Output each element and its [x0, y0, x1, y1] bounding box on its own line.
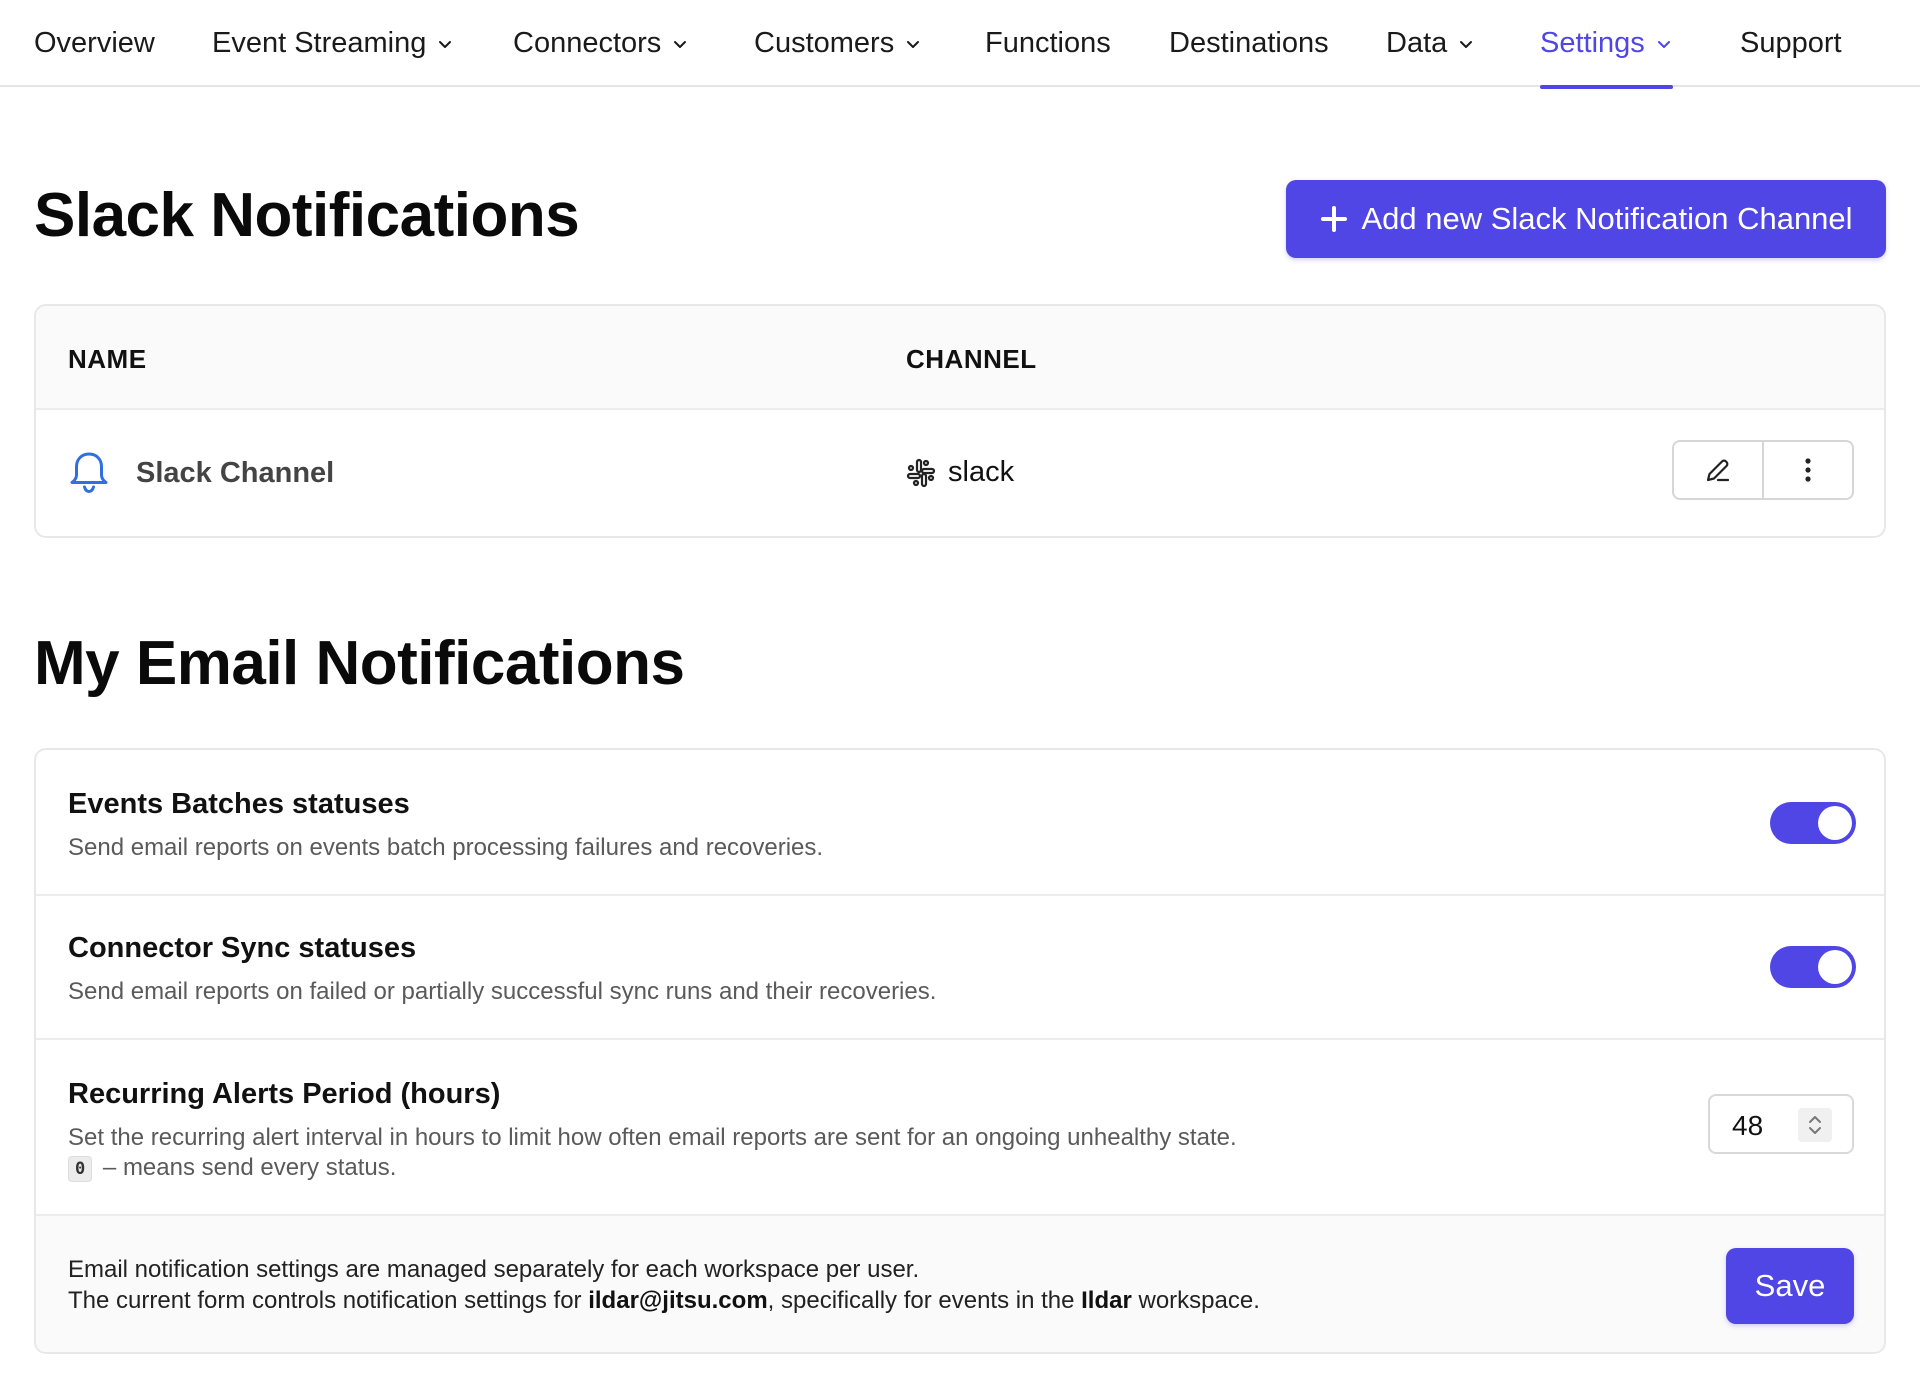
nav-item-support[interactable]: Support: [1740, 0, 1842, 87]
nav-item-label: Overview: [34, 27, 155, 59]
nav-item-functions[interactable]: Functions: [985, 0, 1111, 87]
zero-code: 0: [68, 1155, 93, 1182]
workspace-name: Ildar: [1081, 1287, 1132, 1314]
connector-sync-setting: Connector Sync statuses Send email repor…: [36, 896, 1884, 1040]
nav-item-label: Functions: [985, 27, 1111, 59]
nav-item-destinations[interactable]: Destinations: [1169, 0, 1329, 87]
channel-name: Slack Channel: [136, 456, 335, 489]
table-row: Slack Channel slack: [36, 410, 1884, 534]
user-email: ildar@jitsu.com: [588, 1287, 768, 1314]
nav-item-settings[interactable]: Settings: [1540, 0, 1673, 89]
nav-item-customers[interactable]: Customers: [754, 0, 922, 87]
nav-item-label: Data: [1386, 27, 1448, 59]
events-batches-toggle[interactable]: [1770, 802, 1856, 844]
setting-title: Events Batches statuses: [68, 788, 410, 820]
footer-line-2-prefix: The current form controls notification s…: [68, 1287, 589, 1314]
save-button[interactable]: Save: [1726, 1248, 1854, 1324]
email-section-title: My Email Notifications: [34, 629, 685, 698]
setting-title: Connector Sync statuses: [68, 932, 417, 964]
chevron-down-icon: [1657, 40, 1670, 48]
bell-icon: [70, 452, 108, 494]
plus-icon: [1321, 206, 1348, 232]
footer-note: Email notification settings are managed …: [68, 1254, 1260, 1316]
slack-icon: [906, 458, 936, 487]
nav-item-label: Settings: [1540, 27, 1645, 59]
zero-note-text: – means send every status.: [102, 1154, 397, 1181]
more-options-button[interactable]: [1762, 442, 1852, 498]
table-header: NAME CHANNEL: [36, 306, 1884, 410]
pencil-icon: [1706, 459, 1730, 482]
slack-channels-table: NAME CHANNEL Slack Channel slack: [34, 304, 1886, 538]
more-vertical-icon: [1805, 458, 1811, 482]
nav-item-connectors[interactable]: Connectors: [513, 0, 689, 87]
recurring-period-value: 48: [1732, 1110, 1764, 1141]
zero-note: 0 – means send every status.: [68, 1154, 396, 1182]
chevron-down-icon: [1460, 40, 1473, 48]
chevron-down-icon: [674, 40, 687, 48]
nav-item-label: Support: [1740, 27, 1842, 59]
channel-name-cell: Slack Channel: [68, 450, 334, 496]
toggle-knob: [1818, 806, 1852, 840]
nav-item-event-streaming[interactable]: Event Streaming: [212, 0, 454, 87]
email-settings-footer: Email notification settings are managed …: [36, 1216, 1884, 1352]
top-navigation: Overview Event Streaming Connectors Cust…: [0, 0, 1920, 89]
nav-item-label: Event Streaming: [212, 27, 427, 59]
nav-item-overview[interactable]: Overview: [34, 0, 155, 87]
recurring-period-input[interactable]: 48: [1708, 1094, 1854, 1154]
footer-line-2: The current form controls notification s…: [68, 1285, 1260, 1316]
setting-title: Recurring Alerts Period (hours): [68, 1078, 501, 1110]
email-settings-card: Events Batches statuses Send email repor…: [34, 748, 1886, 1354]
add-slack-channel-label: Add new Slack Notification Channel: [1361, 201, 1853, 236]
number-stepper[interactable]: [1798, 1108, 1832, 1142]
footer-line-2-suffix: workspace.: [1131, 1287, 1260, 1314]
setting-description: Send email reports on events batch proce…: [68, 834, 824, 861]
recurring-alerts-setting: Recurring Alerts Period (hours) Set the …: [36, 1040, 1884, 1216]
add-slack-channel-button[interactable]: Add new Slack Notification Channel: [1286, 180, 1886, 258]
toggle-knob: [1818, 950, 1852, 984]
column-header-name: NAME: [68, 344, 147, 374]
setting-description: Send email reports on failed or partiall…: [68, 978, 937, 1005]
nav-item-label: Destinations: [1169, 27, 1329, 59]
setting-description: Set the recurring alert interval in hour…: [68, 1124, 1237, 1151]
chevron-down-icon: [439, 40, 452, 48]
footer-line-2-middle: , specifically for events in the: [767, 1287, 1082, 1314]
chevron-down-icon: [907, 40, 920, 48]
footer-line-1: Email notification settings are managed …: [68, 1256, 920, 1283]
events-batches-setting: Events Batches statuses Send email repor…: [36, 750, 1884, 896]
column-header-channel: CHANNEL: [906, 344, 1037, 374]
nav-item-label: Connectors: [513, 27, 662, 59]
nav-item-label: Customers: [754, 27, 895, 59]
row-actions: [1672, 440, 1854, 500]
edit-button[interactable]: [1674, 442, 1762, 498]
channel-type-cell: slack: [906, 456, 1014, 489]
channel-type: slack: [948, 456, 1015, 488]
stepper-arrows-icon: [1809, 1116, 1821, 1134]
nav-item-data[interactable]: Data: [1386, 0, 1475, 87]
connector-sync-toggle[interactable]: [1770, 946, 1856, 988]
slack-section-title: Slack Notifications: [34, 181, 580, 250]
